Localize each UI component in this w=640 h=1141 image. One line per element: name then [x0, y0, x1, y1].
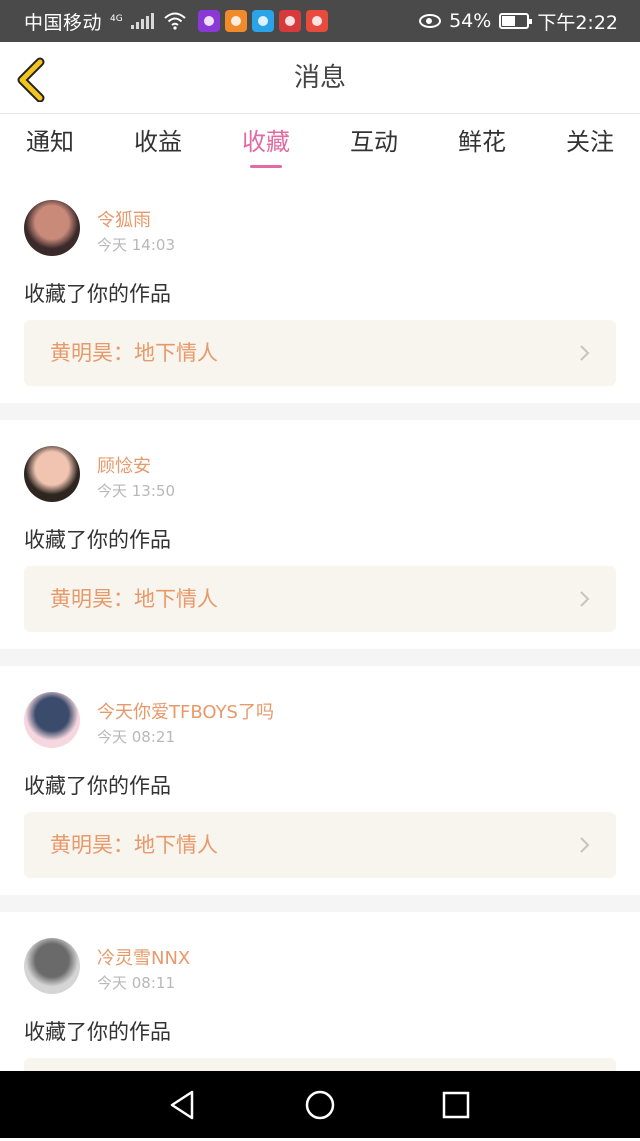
tab-interactions[interactable]: 互动 — [350, 114, 398, 174]
notification-app-icons — [197, 10, 328, 32]
status-bar: 中国移动 4G 54% 下午2:22 — [0, 0, 640, 42]
app-notification-icon — [278, 10, 301, 32]
header-bar: 消息 — [0, 42, 640, 114]
action-text: 收藏了你的作品 — [24, 1020, 171, 1044]
action-text: 收藏了你的作品 — [24, 528, 171, 552]
app-notification-icon — [251, 10, 274, 32]
chevron-right-icon — [580, 345, 590, 361]
carrier-name: 中国移动 — [24, 11, 103, 34]
timestamp: 今天 08:11 — [97, 974, 175, 992]
work-link[interactable]: 黄明昊：地下情人 — [24, 566, 616, 632]
work-link[interactable]: 黄明昊：地下情人 — [24, 812, 616, 878]
app-notification-icon — [197, 10, 220, 32]
page-title: 消息 — [293, 63, 346, 93]
tab-earnings[interactable]: 收益 — [134, 114, 182, 174]
username[interactable]: 令狐雨 — [97, 206, 151, 232]
status-left: 中国移动 4G — [24, 8, 328, 35]
list-item: 令狐雨 今天 14:03 收藏了你的作品 黄明昊：地下情人 — [0, 174, 640, 403]
username[interactable]: 冷灵雪NNX — [97, 944, 190, 970]
recents-square-icon[interactable] — [439, 1088, 473, 1122]
battery-icon — [499, 13, 533, 29]
clock: 下午2:22 — [537, 11, 618, 34]
work-title: 黄明昊：地下情人 — [50, 833, 218, 857]
app-notification-icon — [305, 10, 328, 32]
username[interactable]: 顾惗安 — [97, 452, 151, 478]
network-type: 4G — [110, 13, 123, 24]
status-right: 54% 下午2:22 — [419, 8, 618, 35]
signal-icon — [130, 13, 154, 29]
list-item: 顾惗安 今天 13:50 收藏了你的作品 黄明昊：地下情人 — [0, 420, 640, 649]
eye-comfort-icon — [419, 14, 442, 28]
wifi-icon — [164, 12, 186, 30]
avatar[interactable] — [24, 938, 80, 994]
tab-flowers[interactable]: 鲜花 — [458, 114, 506, 174]
tab-follows[interactable]: 关注 — [566, 114, 614, 174]
timestamp: 今天 13:50 — [97, 482, 175, 500]
action-text: 收藏了你的作品 — [24, 774, 171, 798]
system-nav-bar — [0, 1071, 640, 1138]
action-text: 收藏了你的作品 — [24, 282, 171, 306]
avatar[interactable] — [24, 446, 80, 502]
back-triangle-icon[interactable] — [166, 1088, 200, 1122]
divider — [0, 895, 640, 912]
divider — [0, 403, 640, 420]
chevron-right-icon — [580, 837, 590, 853]
battery-percent: 54% — [449, 10, 492, 32]
app-notification-icon — [224, 10, 247, 32]
tab-bar: 通知 收益 收藏 互动 鲜花 关注 — [0, 114, 640, 174]
work-title: 黄明昊：地下情人 — [50, 341, 218, 365]
avatar[interactable] — [24, 692, 80, 748]
work-title: 黄明昊：地下情人 — [50, 587, 218, 611]
avatar[interactable] — [24, 200, 80, 256]
tab-notifications[interactable]: 通知 — [26, 114, 74, 174]
chevron-right-icon — [580, 591, 590, 607]
message-list: 令狐雨 今天 14:03 收藏了你的作品 黄明昊：地下情人 顾惗安 今天 13:… — [0, 174, 640, 1141]
timestamp: 今天 08:21 — [97, 728, 175, 746]
home-circle-icon[interactable] — [303, 1088, 337, 1122]
tab-favorites[interactable]: 收藏 — [242, 114, 290, 174]
list-item: 今天你爱TFBOYS了吗 今天 08:21 收藏了你的作品 黄明昊：地下情人 — [0, 666, 640, 895]
timestamp: 今天 14:03 — [97, 236, 175, 254]
username[interactable]: 今天你爱TFBOYS了吗 — [97, 698, 274, 724]
divider — [0, 649, 640, 666]
work-link[interactable]: 黄明昊：地下情人 — [24, 320, 616, 386]
